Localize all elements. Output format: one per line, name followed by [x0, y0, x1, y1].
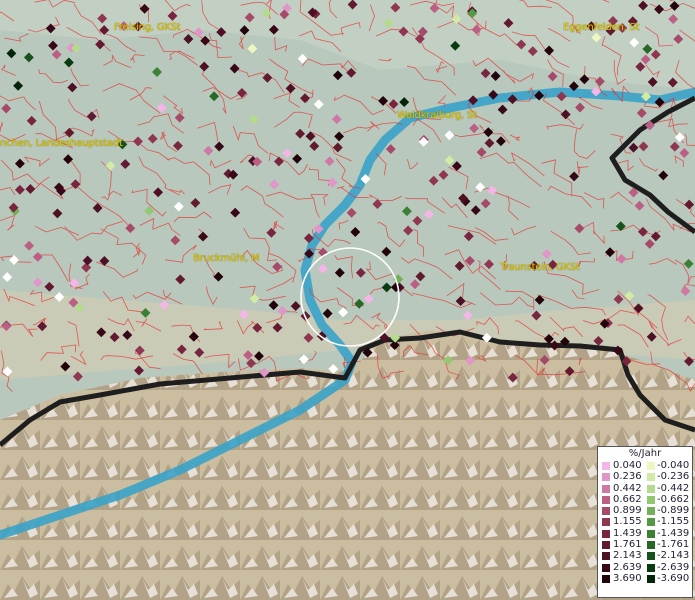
legend-swatch-negative: [647, 552, 655, 561]
legend-row: 2.639 -2.639: [598, 562, 692, 573]
legend-value-negative: -1.439: [657, 527, 690, 539]
legend-value-negative: -0.040: [657, 460, 690, 471]
legend-row: 0.040 -0.040: [598, 460, 692, 471]
legend-swatch-negative: [647, 462, 655, 470]
legend-value-positive: 1.761: [613, 539, 642, 551]
legend-swatch-negative: [647, 574, 655, 583]
legend-rows: 0.040 -0.040 0.236 -0.236 0.442 -0.442 0.662 -0…: [598, 460, 692, 584]
legend-value-positive: 0.899: [613, 505, 642, 517]
legend-row: 1.155 -1.155: [598, 516, 692, 527]
place-label-bruckmuehl: Bruckmühl, M: [193, 253, 260, 264]
legend-row: 3.690 -3.690: [598, 573, 692, 584]
legend-swatch-negative: [647, 529, 655, 538]
legend-value-positive: 0.236: [613, 471, 642, 483]
legend-swatch-negative: [647, 518, 655, 527]
legend-value-positive: 3.690: [613, 572, 642, 584]
place-label-traunstein: Traunstein, GKSt: [500, 262, 580, 273]
place-label-muenchen: nchen, Landeshauptstadt: [0, 138, 123, 149]
legend-value-negative: -0.236: [657, 471, 690, 483]
legend-title: %/Jahr: [628, 448, 662, 459]
legend-swatch-negative: [647, 541, 655, 550]
map-canvas[interactable]: [0, 0, 695, 600]
map-view[interactable]: Freising, GKSt Eggenfelden, St Waldkraib…: [0, 0, 695, 600]
legend-swatch-negative: [647, 507, 655, 516]
legend-swatch-positive: [602, 462, 610, 470]
map-legend: %/Jahr 0.040 -0.040 0.236 -0.236 0.442 -0.442…: [597, 446, 693, 598]
legend-value-positive: 2.143: [613, 550, 642, 562]
legend-swatch-positive: [602, 552, 610, 561]
legend-value-negative: -2.639: [657, 561, 690, 573]
legend-swatch-negative: [647, 484, 655, 493]
legend-value-negative: -1.761: [657, 539, 690, 551]
legend-swatch-negative: [647, 495, 655, 504]
legend-value-positive: 2.639: [613, 561, 642, 573]
legend-value-positive: 0.040: [613, 460, 642, 471]
legend-row: 1.761 -1.761: [598, 539, 692, 550]
legend-swatch-negative: [647, 473, 655, 482]
legend-value-negative: -0.442: [657, 482, 690, 494]
legend-value-negative: -1.155: [657, 516, 690, 528]
legend-row: 0.442 -0.442: [598, 483, 692, 494]
legend-row: 0.236 -0.236: [598, 471, 692, 482]
legend-swatch-positive: [602, 473, 610, 482]
legend-value-positive: 0.662: [613, 493, 642, 505]
legend-swatch-positive: [602, 518, 610, 527]
legend-swatch-positive: [602, 529, 610, 538]
legend-value-positive: 1.155: [613, 516, 642, 528]
legend-value-negative: -0.662: [657, 493, 690, 505]
legend-swatch-negative: [647, 563, 655, 572]
legend-value-negative: -3.690: [657, 572, 690, 584]
legend-swatch-positive: [602, 495, 610, 504]
legend-swatch-positive: [602, 563, 610, 572]
legend-value-positive: 1.439: [613, 527, 642, 539]
legend-row: 2.143 -2.143: [598, 550, 692, 561]
legend-row: 0.899 -0.899: [598, 505, 692, 516]
legend-value-positive: 0.442: [613, 482, 642, 494]
place-label-waldkraiburg: Waldkraiburg, St: [397, 110, 477, 121]
legend-swatch-positive: [602, 541, 610, 550]
legend-value-negative: -0.899: [657, 505, 690, 517]
place-label-freising: Freising, GKSt: [114, 22, 181, 33]
place-label-eggenfelden: Eggenfelden, St: [563, 22, 640, 33]
legend-value-negative: -2.143: [657, 550, 690, 562]
legend-swatch-positive: [602, 484, 610, 493]
legend-swatch-positive: [602, 507, 610, 516]
legend-row: 1.439 -1.439: [598, 528, 692, 539]
legend-swatch-positive: [602, 574, 610, 583]
legend-row: 0.662 -0.662: [598, 494, 692, 505]
